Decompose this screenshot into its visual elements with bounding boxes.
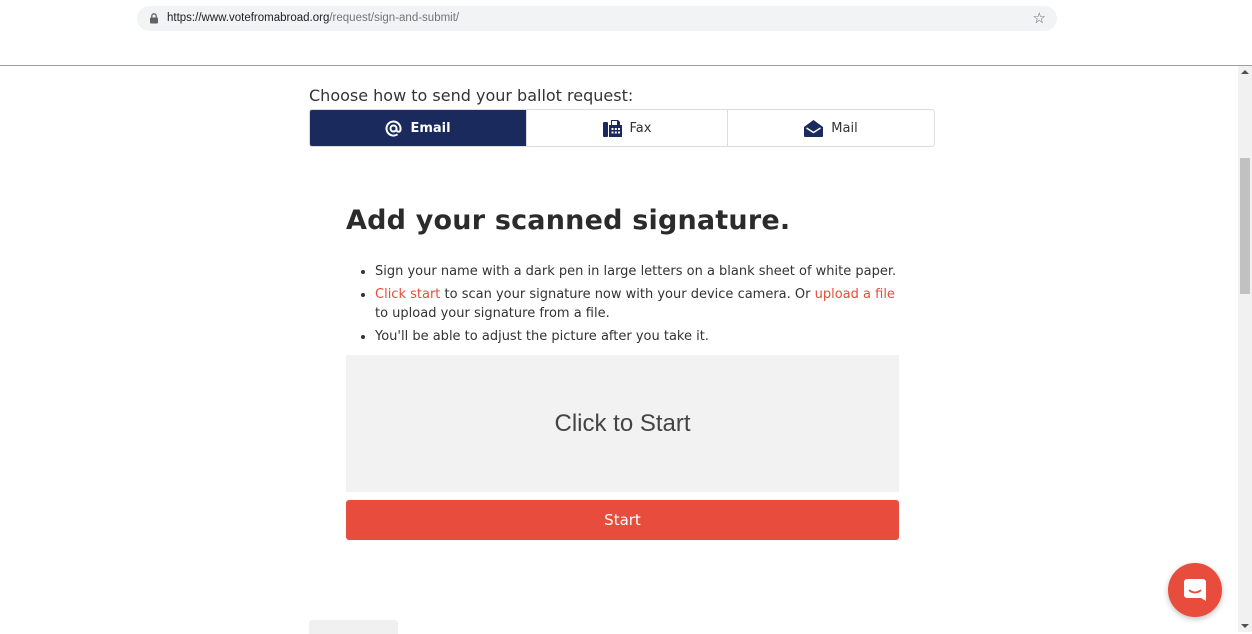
instruction-text: to upload your signature from a file.: [375, 306, 610, 321]
tab-mail-label: Mail: [831, 120, 858, 136]
capture-area-label: Click to Start: [554, 409, 691, 437]
address-bar[interactable]: https://www.votefromabroad.org/request/s…: [137, 6, 1057, 31]
tab-email[interactable]: Email: [310, 110, 527, 146]
at-icon: [385, 120, 402, 137]
chat-launcher-button[interactable]: [1168, 563, 1222, 617]
instruction-text: Sign your name with a dark pen in large …: [375, 264, 897, 279]
fax-icon: [602, 120, 622, 137]
url-text[interactable]: https://www.votefromabroad.org/request/s…: [167, 10, 459, 27]
tab-mail[interactable]: Mail: [728, 110, 934, 146]
page-title: Add your scanned signature.: [346, 205, 791, 236]
instruction-text: You'll be able to adjust the picture aft…: [375, 329, 709, 344]
instruction-list: Sign your name with a dark pen in large …: [346, 262, 906, 350]
chat-bubble-icon: [1184, 579, 1206, 601]
send-method-prompt: Choose how to send your ballot request:: [309, 86, 634, 105]
url-host: https://www.votefromabroad.org: [167, 12, 330, 24]
tab-email-label: Email: [410, 120, 451, 136]
list-item: You'll be able to adjust the picture aft…: [375, 327, 906, 346]
browser-toolbar: https://www.votefromabroad.org/request/s…: [0, 0, 1252, 66]
list-item: Click start to scan your signature now w…: [375, 285, 906, 323]
upload-file-link[interactable]: upload a file: [815, 287, 895, 302]
instruction-text: to scan your signature now with your dev…: [440, 287, 815, 302]
click-start-link[interactable]: Click start: [375, 287, 440, 302]
vertical-scrollbar[interactable]: [1238, 66, 1252, 632]
tab-fax[interactable]: Fax: [527, 110, 728, 146]
start-button[interactable]: Start: [346, 500, 899, 540]
list-item: Sign your name with a dark pen in large …: [375, 262, 906, 281]
url-path: /request/sign-and-submit/: [329, 12, 460, 24]
star-icon[interactable]: ☆: [1033, 8, 1046, 28]
tab-fax-label: Fax: [629, 120, 652, 136]
scroll-down-arrow-icon[interactable]: [1241, 624, 1249, 628]
send-method-tabs: Email Fax Mail: [309, 109, 935, 147]
lock-icon: [150, 13, 158, 24]
signature-capture-area[interactable]: Click to Start: [346, 355, 899, 492]
envelope-open-icon: [804, 119, 824, 137]
scroll-thumb[interactable]: [1240, 158, 1250, 294]
scroll-up-arrow-icon[interactable]: [1241, 70, 1249, 74]
